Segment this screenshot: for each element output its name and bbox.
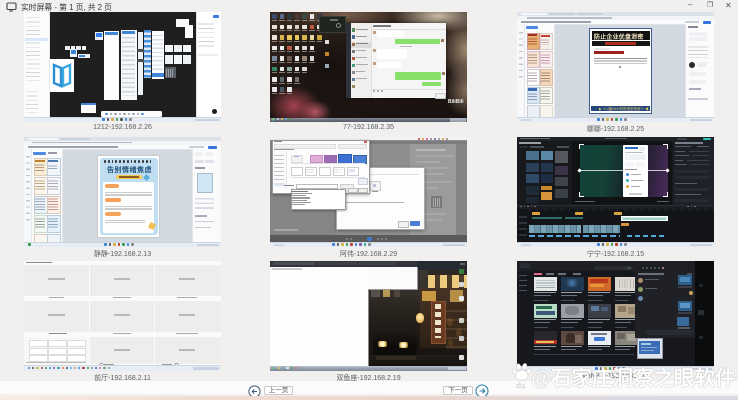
svg-text:du: du <box>516 381 525 389</box>
